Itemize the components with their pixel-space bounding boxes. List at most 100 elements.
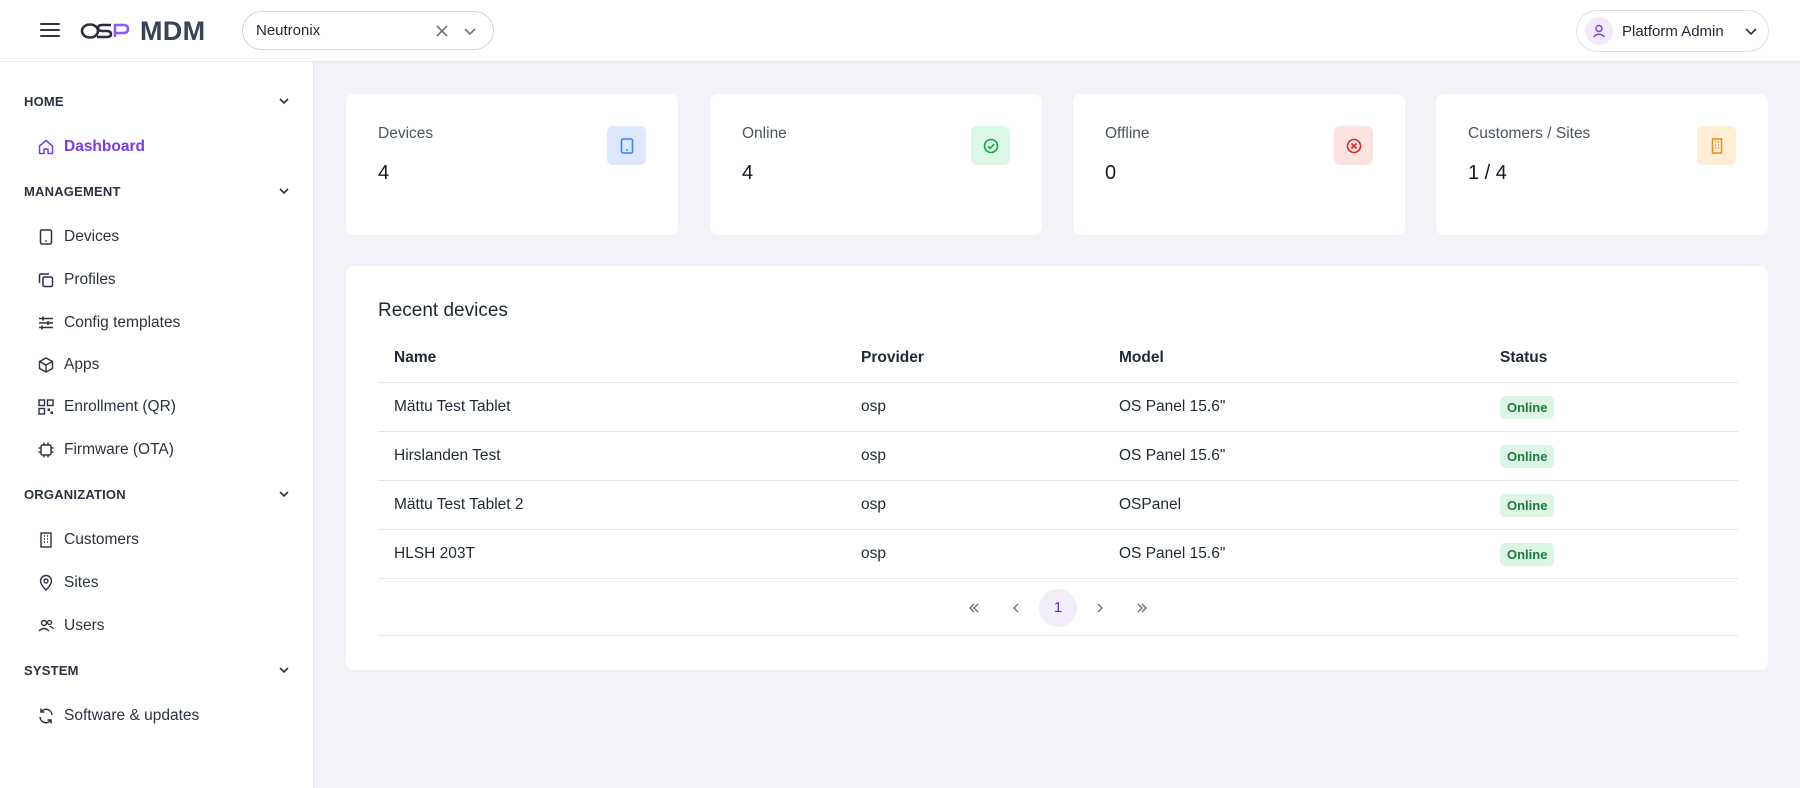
sidebar-item-apps[interactable]: Apps (24, 348, 294, 382)
package-icon (36, 355, 56, 375)
copy-icon (36, 270, 56, 290)
osp-logo-mark (80, 23, 130, 39)
menu-icon[interactable] (38, 19, 62, 43)
column-header-name[interactable]: Name (378, 349, 845, 367)
device-model: OS Panel 15.6" (1119, 398, 1226, 415)
table-row[interactable]: Mättu Test Tablet 2 osp OSPanel Online (378, 481, 1738, 530)
next-page-icon[interactable] (1081, 589, 1119, 627)
sidebar-item-label: Firmware (OTA) (64, 441, 174, 458)
device-provider: osp (861, 496, 886, 513)
chip-icon (36, 440, 56, 460)
panel-title: Recent devices (378, 300, 508, 321)
device-name: Mättu Test Tablet (394, 398, 511, 415)
device-provider: osp (861, 398, 886, 415)
top-bar: MDM Neutronix Platform Admin (0, 0, 1800, 62)
stat-card-devices: Devices 4 (346, 94, 678, 235)
device-name: Mättu Test Tablet 2 (394, 496, 524, 513)
user-menu-button[interactable]: Platform Admin (1576, 10, 1769, 52)
check-circle-icon (971, 126, 1010, 165)
chevron-down-icon (279, 98, 289, 105)
sidebar-item-label: Sites (64, 574, 99, 591)
user-name: Platform Admin (1622, 22, 1724, 40)
map-pin-icon (36, 573, 56, 593)
pagination: 1 (378, 580, 1738, 636)
sidebar-item-sites[interactable]: Sites (24, 566, 294, 600)
column-header-provider[interactable]: Provider (845, 349, 1103, 367)
sidebar-item-software-updates[interactable]: Software & updates (24, 699, 294, 733)
sidebar-item-label: Apps (64, 356, 100, 373)
sidebar-item-config-templates[interactable]: Config templates (24, 306, 294, 340)
stat-label: Online (742, 125, 787, 142)
qr-code-icon (36, 397, 56, 417)
section-system[interactable]: SYSTEM (0, 655, 314, 685)
sliders-icon (36, 313, 56, 333)
section-organization[interactable]: ORGANIZATION (0, 479, 314, 509)
tablet-icon (36, 227, 56, 247)
organization-select-value: Neutronix (256, 22, 321, 39)
stat-value: 4 (378, 162, 390, 184)
chevron-down-icon[interactable] (459, 20, 481, 42)
status-badge: Online (1500, 493, 1555, 517)
sidebar-item-label: Config templates (64, 314, 181, 331)
stat-card-offline: Offline 0 (1073, 94, 1405, 235)
section-management[interactable]: MANAGEMENT (0, 176, 314, 206)
section-home[interactable]: HOME (0, 86, 314, 116)
last-page-icon[interactable] (1123, 589, 1161, 627)
column-header-status[interactable]: Status (1484, 349, 1738, 367)
device-name: Hirslanden Test (394, 447, 501, 464)
table-row[interactable]: Hirslanden Test osp OS Panel 15.6" Onlin… (378, 432, 1738, 481)
organization-select[interactable]: Neutronix (242, 11, 494, 50)
stat-label: Devices (378, 125, 434, 142)
first-page-icon[interactable] (955, 589, 993, 627)
app-name: MDM (140, 15, 206, 46)
stat-value: 1 / 4 (1468, 162, 1507, 184)
sidebar-item-firmware[interactable]: Firmware (OTA) (24, 433, 294, 467)
previous-page-icon[interactable] (997, 589, 1035, 627)
sidebar-item-label: Enrollment (QR) (64, 398, 176, 415)
app-logo[interactable]: MDM (80, 15, 205, 47)
status-badge: Online (1500, 444, 1555, 468)
device-model: OS Panel 15.6" (1119, 447, 1226, 464)
stat-label: Offline (1105, 125, 1150, 142)
building-icon (1697, 126, 1736, 165)
user-avatar-icon (1585, 17, 1613, 45)
device-model: OSPanel (1119, 496, 1182, 513)
sidebar: HOME Dashboard MANAGEMENT Devices Profil… (0, 62, 314, 788)
sidebar-item-label: Devices (64, 228, 120, 245)
users-icon (36, 616, 56, 636)
refresh-icon (36, 706, 56, 726)
sidebar-item-label: Customers (64, 531, 139, 548)
column-header-model[interactable]: Model (1103, 349, 1484, 367)
table-row[interactable]: Mättu Test Tablet osp OS Panel 15.6" Onl… (378, 383, 1738, 432)
stat-value: 0 (1105, 162, 1117, 184)
sidebar-item-dashboard[interactable]: Dashboard (24, 130, 294, 164)
page-number-button[interactable]: 1 (1039, 588, 1077, 627)
device-model: OS Panel 15.6" (1119, 545, 1226, 562)
tablet-icon (607, 126, 646, 165)
home-icon (36, 137, 56, 157)
building-icon (36, 530, 56, 550)
chevron-down-icon (279, 491, 289, 498)
sidebar-item-users[interactable]: Users (24, 609, 294, 643)
recent-devices-table: Name Provider Model Status Mättu Test Ta… (378, 334, 1738, 579)
chevron-down-icon (279, 667, 289, 674)
section-label: MANAGEMENT (24, 183, 121, 199)
status-badge: Online (1500, 395, 1555, 419)
section-label: HOME (24, 93, 64, 109)
section-label: SYSTEM (24, 662, 79, 678)
sidebar-item-label: Users (64, 617, 105, 634)
sidebar-item-devices[interactable]: Devices (24, 220, 294, 254)
device-provider: osp (861, 447, 886, 464)
x-circle-icon (1334, 126, 1373, 165)
sidebar-item-label: Dashboard (64, 138, 145, 155)
table-row[interactable]: HLSH 203T osp OS Panel 15.6" Online (378, 530, 1738, 579)
sidebar-item-customers[interactable]: Customers (24, 523, 294, 557)
sidebar-item-label: Software & updates (64, 707, 200, 724)
section-label: ORGANIZATION (24, 486, 126, 502)
status-badge: Online (1500, 542, 1555, 566)
chevron-down-icon (1745, 28, 1757, 36)
sidebar-item-enrollment[interactable]: Enrollment (QR) (24, 390, 294, 424)
clear-icon[interactable] (431, 20, 453, 42)
table-header: Name Provider Model Status (378, 334, 1738, 383)
sidebar-item-profiles[interactable]: Profiles (24, 263, 294, 297)
